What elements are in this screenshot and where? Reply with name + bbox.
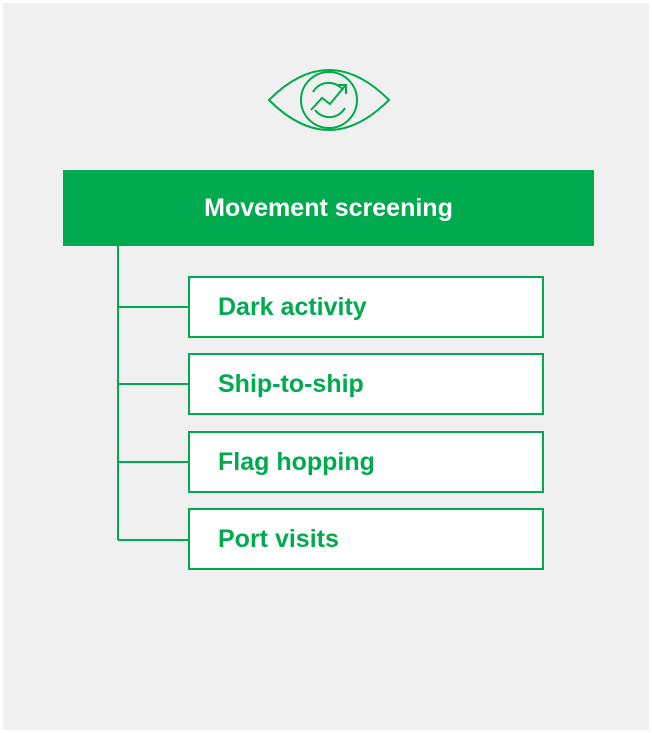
item-label: Port visits xyxy=(218,524,339,553)
item-label: Dark activity xyxy=(218,292,367,321)
item-label: Flag hopping xyxy=(218,447,375,476)
movement-screening-header: Movement screening xyxy=(63,170,594,246)
item-flag-hopping: Flag hopping xyxy=(188,431,544,493)
item-port-visits: Port visits xyxy=(188,508,544,570)
eye-trend-icon xyxy=(267,69,391,131)
item-dark-activity: Dark activity xyxy=(188,276,544,338)
item-ship-to-ship: Ship-to-ship xyxy=(188,353,544,415)
item-label: Ship-to-ship xyxy=(218,369,364,398)
